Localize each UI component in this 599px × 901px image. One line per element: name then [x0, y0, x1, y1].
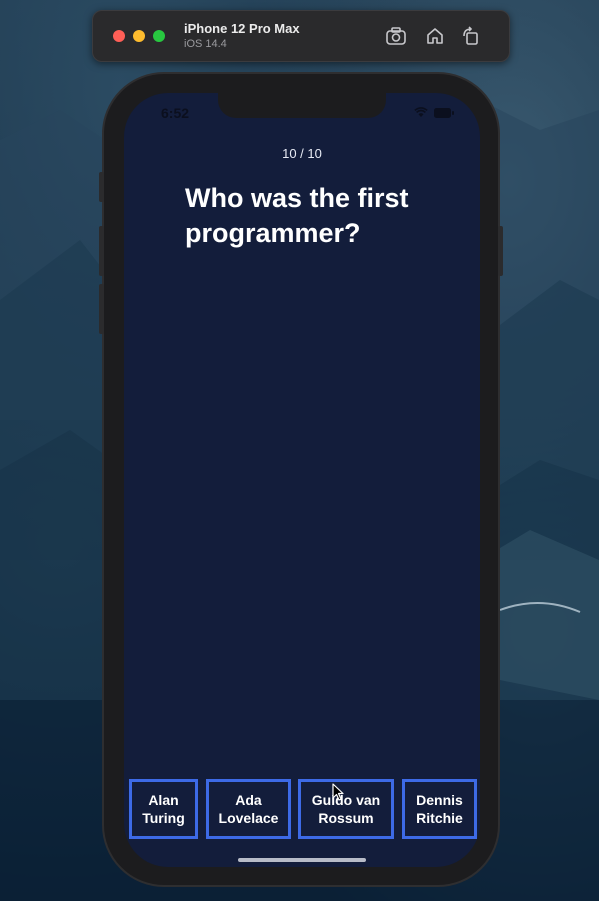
home-icon — [427, 28, 443, 44]
volume-up-button — [99, 226, 104, 276]
power-button — [498, 226, 503, 276]
status-time: 6:52 — [161, 105, 190, 121]
device-name: iPhone 12 Pro Max — [184, 21, 300, 36]
question-text: Who was the first programmer? — [185, 183, 409, 248]
iphone-device-frame: 6:52 10 / 10 Who was the first programme… — [99, 72, 503, 887]
notch — [218, 93, 386, 118]
screenshot-button[interactable] — [385, 25, 407, 47]
zoom-window-button[interactable] — [153, 30, 165, 42]
close-window-button[interactable] — [113, 30, 125, 42]
question-progress: 10 / 10 — [282, 146, 322, 161]
answer-label: Alan Turing — [142, 792, 185, 826]
os-version: iOS 14.4 — [184, 38, 227, 50]
answer-label: Dennis Ritchie — [416, 792, 463, 826]
minimize-window-button[interactable] — [133, 30, 145, 42]
volume-down-button — [99, 284, 104, 334]
status-icons — [414, 107, 454, 118]
answer-button-alan-turing[interactable]: Alan Turing — [129, 779, 198, 839]
mouse-pointer-icon — [332, 783, 344, 801]
wifi-icon — [414, 107, 428, 117]
home-indicator[interactable] — [238, 858, 366, 862]
answer-label: Guido van Rossum — [311, 792, 381, 826]
battery-icon — [434, 107, 454, 118]
rotate-button[interactable] — [460, 25, 482, 47]
mute-switch — [99, 172, 104, 202]
rotate-icon — [463, 26, 478, 45]
simulator-title-bar: iPhone 12 Pro Max iOS 14.4 — [92, 10, 510, 62]
answer-label: Ada Lovelace — [218, 792, 279, 826]
home-button[interactable] — [424, 25, 446, 47]
app-screen: 6:52 10 / 10 Who was the first programme… — [124, 93, 480, 867]
answer-button-guido-van-rossum[interactable]: Guido van Rossum — [298, 779, 394, 839]
screenshot-icon — [386, 27, 406, 45]
answer-button-dennis-ritchie[interactable]: Dennis Ritchie — [402, 779, 477, 839]
answer-button-ada-lovelace[interactable]: Ada Lovelace — [206, 779, 291, 839]
